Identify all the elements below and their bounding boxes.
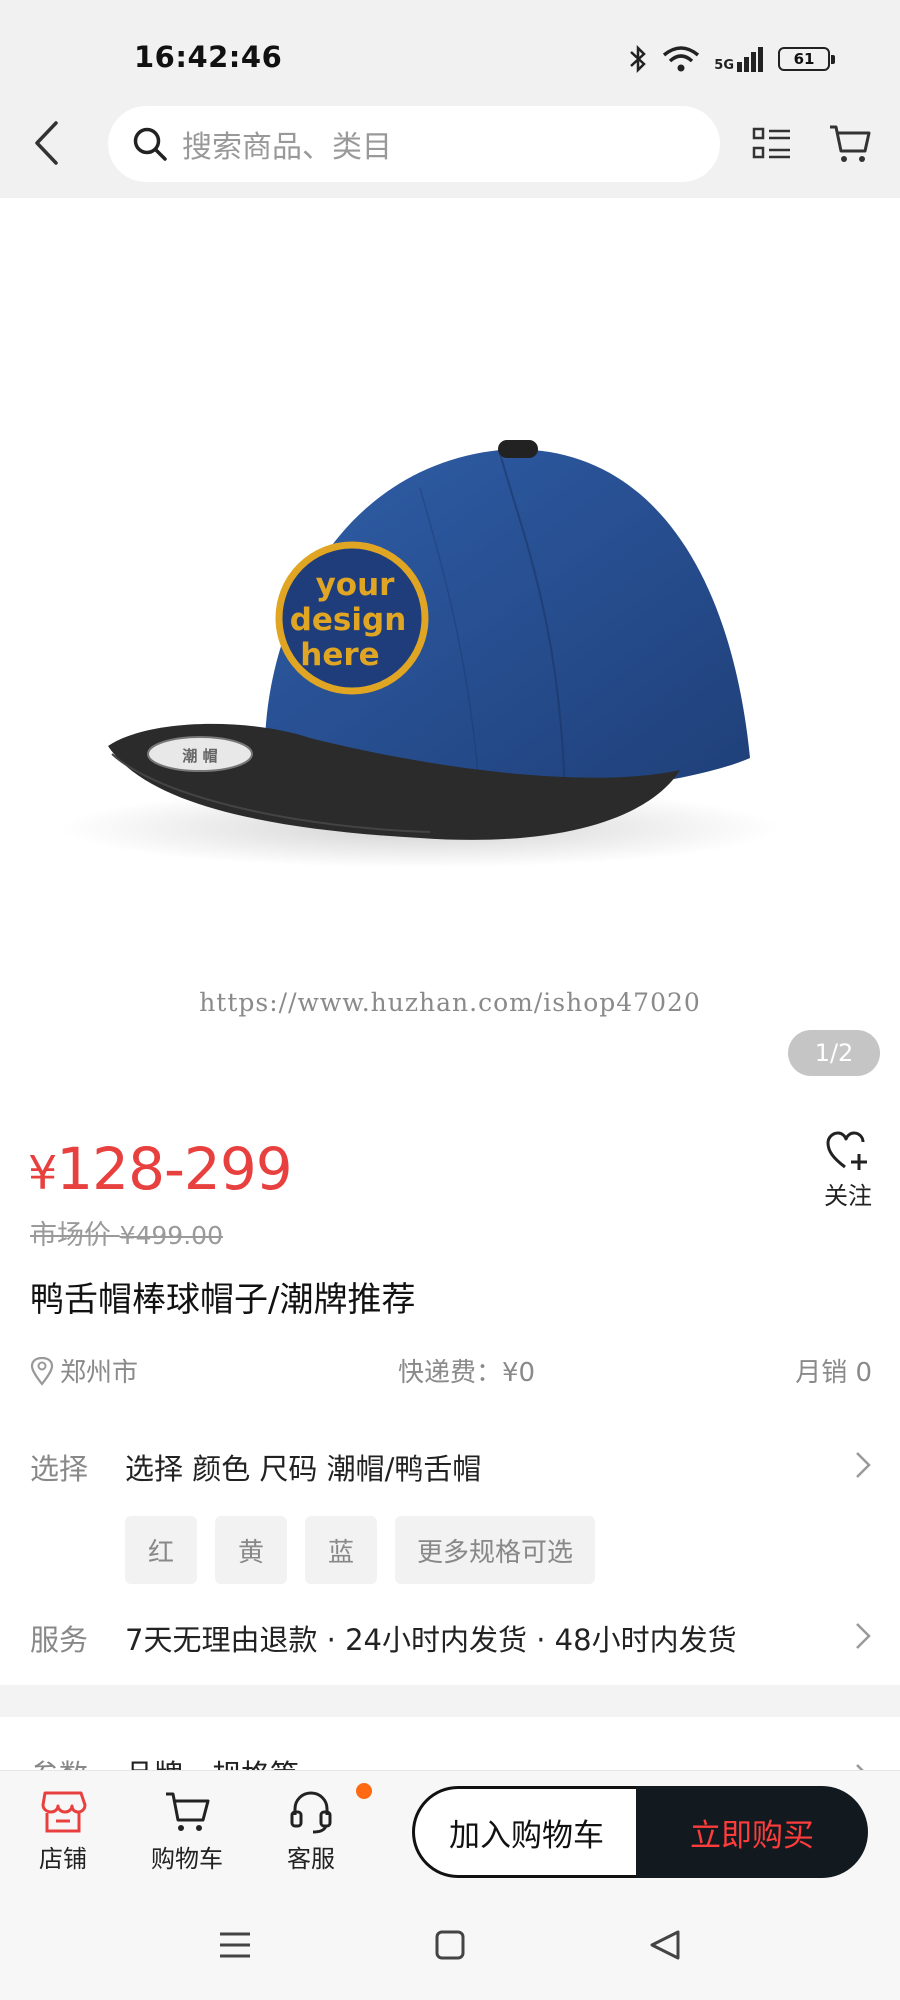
market-price-label: 市场价	[30, 1220, 111, 1251]
service-label: 服务	[30, 1623, 89, 1657]
menu-icon	[220, 1932, 250, 1958]
price-range: 128-299	[56, 1135, 292, 1203]
location-text: 郑州市	[60, 1358, 139, 1388]
battery-level: 61	[793, 50, 815, 68]
triangle-back-icon	[650, 1930, 680, 1960]
spec-chip-red[interactable]: 红	[125, 1516, 197, 1584]
buy-now-button[interactable]: 立即购买	[636, 1786, 868, 1878]
image-counter: 1/2	[788, 1030, 880, 1076]
svg-text:潮 帽: 潮 帽	[182, 747, 217, 765]
service-value: 7天无理由退款 · 24小时内发货 · 48小时内发货	[125, 1623, 737, 1657]
market-price: 市场价 ¥499.00	[30, 1213, 223, 1252]
shop-button[interactable]: 店铺	[8, 1789, 118, 1874]
watermark-text: https://www.huzhan.com/ishop47020	[199, 988, 701, 1017]
price: ¥128-299	[28, 1135, 293, 1203]
section-divider	[0, 1685, 900, 1717]
category-menu-button[interactable]	[746, 118, 798, 170]
shop-label: 店铺	[39, 1845, 87, 1873]
cart-icon	[830, 125, 871, 162]
list-menu-icon	[752, 127, 790, 159]
location: 郑州市	[30, 1352, 138, 1389]
add-to-cart-button[interactable]: 加入购物车	[412, 1786, 638, 1878]
status-bar: 16:42:46 5G 61	[0, 0, 900, 110]
back-button[interactable]	[22, 118, 72, 168]
shipping-fee: 快递费：¥0	[398, 1358, 536, 1388]
delivery-info-row: 郑州市 快递费：¥0 月销 0	[30, 1352, 872, 1392]
chevron-right-icon	[856, 1623, 871, 1649]
location-pin-icon	[30, 1356, 54, 1386]
spec-select-row[interactable]: 选择 选择 颜色 尺码 潮帽/鸭舌帽	[30, 1446, 872, 1490]
back-nav-button[interactable]	[640, 1920, 690, 1970]
select-value: 选择 颜色 尺码 潮帽/鸭舌帽	[125, 1452, 482, 1486]
signal-icon	[737, 47, 763, 72]
recent-apps-button[interactable]	[210, 1920, 260, 1970]
chevron-right-icon	[856, 1452, 871, 1478]
search-input[interactable]: 搜索商品、类目	[108, 106, 720, 182]
spec-chip-more[interactable]: 更多规格可选	[395, 1516, 596, 1584]
search-placeholder: 搜索商品、类目	[182, 130, 392, 165]
heart-plus-icon	[826, 1131, 867, 1170]
status-time: 16:42:46	[134, 40, 283, 74]
home-button[interactable]	[425, 1920, 475, 1970]
battery-icon: 61	[778, 47, 835, 71]
cart-label: 购物车	[151, 1845, 223, 1873]
header-cart-button[interactable]	[822, 116, 878, 172]
cap-patch-line-3: here	[300, 637, 379, 673]
bottom-action-bar: 店铺 购物车 客服 加入购物车 立即购买	[0, 1770, 900, 1892]
bluetooth-icon	[630, 44, 647, 74]
select-label: 选择	[30, 1452, 89, 1486]
spec-chip-yellow[interactable]: 黄	[215, 1516, 287, 1584]
network-label: 5G	[714, 46, 764, 72]
chevron-left-icon	[35, 121, 58, 165]
customer-service-label: 客服	[287, 1845, 335, 1873]
cap-patch-line-2: design	[290, 602, 407, 638]
status-icons: 5G 61	[628, 44, 835, 74]
service-row[interactable]: 服务 7天无理由退款 · 24小时内发货 · 48小时内发货	[30, 1617, 872, 1661]
cap-patch-line-1: your	[316, 567, 396, 603]
monthly-sales: 月销 0	[795, 1358, 872, 1388]
product-title: 鸭舌帽棒球帽子/潮牌推荐	[30, 1280, 416, 1320]
price-symbol: ¥	[28, 1146, 57, 1200]
notification-badge	[356, 1783, 372, 1799]
product-gallery[interactable]: 潮 帽 your design here https://www.huzhan.…	[0, 198, 900, 1088]
headset-icon	[290, 1791, 332, 1834]
header-bar: 搜索商品、类目	[0, 100, 900, 198]
market-price-value: ¥499.00	[119, 1221, 223, 1250]
square-icon	[435, 1930, 465, 1960]
spec-chip-blue[interactable]: 蓝	[305, 1516, 377, 1584]
follow-label: 关注	[824, 1182, 872, 1210]
wifi-icon	[663, 46, 700, 72]
spec-chips: 红 黄 蓝 更多规格可选	[125, 1516, 596, 1584]
cart-icon	[166, 1792, 210, 1831]
cart-button[interactable]: 购物车	[132, 1789, 242, 1874]
network-type: 5G	[714, 58, 734, 73]
search-icon	[133, 127, 167, 161]
follow-button[interactable]: 关注	[818, 1130, 878, 1211]
customer-service-button[interactable]: 客服	[256, 1789, 366, 1874]
shop-icon	[41, 1791, 87, 1833]
system-navigation-bar	[0, 1892, 900, 2000]
product-cap-image: 潮 帽 your design here	[60, 440, 780, 868]
